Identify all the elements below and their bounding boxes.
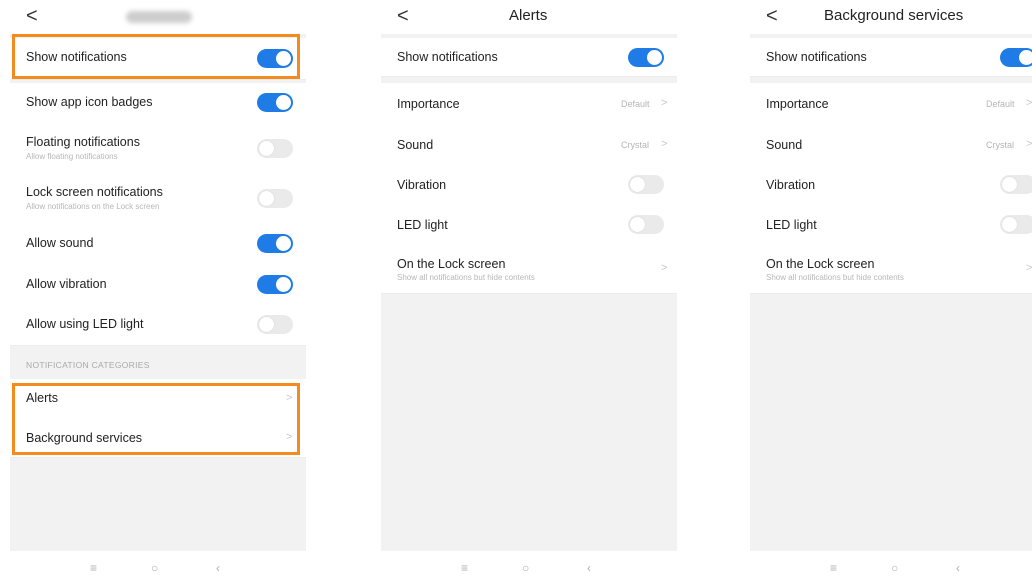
importance-row[interactable]: Importance Default > (381, 83, 677, 126)
chevron-right-icon: > (1026, 262, 1032, 274)
back-chevron-icon[interactable]: < (766, 4, 778, 28)
allow-vibration-row[interactable]: Allow vibration (10, 264, 306, 306)
row-label: Floating notifications (26, 135, 140, 149)
highlight-categories (12, 383, 300, 455)
top-bar: < (10, 0, 306, 34)
app-notification-settings-screen: < Show notifications Show app icon badge… (10, 0, 306, 585)
lock-screen-row[interactable]: On the Lock screen Show all notification… (381, 245, 677, 294)
row-label: Vibration (766, 178, 816, 192)
row-label: Show notifications (397, 50, 498, 64)
row-label: Sound (397, 138, 434, 152)
menu-icon[interactable]: ≡ (830, 561, 837, 575)
menu-icon[interactable]: ≡ (90, 561, 97, 575)
back-chevron-icon[interactable]: < (26, 4, 38, 28)
page-title: Alerts (509, 7, 548, 24)
importance-row[interactable]: Importance Default > (750, 83, 1032, 126)
chevron-right-icon: > (1026, 138, 1032, 150)
led-light-row[interactable]: LED light (381, 205, 677, 246)
led-light-toggle[interactable] (1000, 215, 1032, 234)
vibration-row[interactable]: Vibration (750, 165, 1032, 206)
importance-value: Default (621, 99, 650, 109)
row-label: Importance (766, 97, 829, 111)
allow-sound-row[interactable]: Allow sound (10, 223, 306, 265)
row-sublabel: Allow floating notifications (26, 152, 118, 161)
row-label: Show notifications (766, 50, 867, 64)
chevron-right-icon: > (1026, 97, 1032, 109)
allow-led-light-row[interactable]: Allow using LED light (10, 305, 306, 346)
show-app-icon-badges-row[interactable]: Show app icon badges (10, 83, 306, 124)
blurred-app-title (126, 11, 192, 23)
vibration-toggle[interactable] (1000, 175, 1032, 194)
row-label: On the Lock screen (766, 257, 875, 271)
allow-sound-toggle[interactable] (257, 234, 293, 253)
row-label: LED light (397, 218, 448, 232)
app-icon-badges-toggle[interactable] (257, 93, 293, 112)
row-label: Allow vibration (26, 277, 107, 291)
row-sublabel: Show all notifications but hide contents (397, 273, 535, 282)
home-icon[interactable]: ○ (891, 561, 898, 575)
menu-icon[interactable]: ≡ (461, 561, 468, 575)
show-notifications-row[interactable]: Show notifications (750, 38, 1032, 77)
section-header: NOTIFICATION CATEGORIES (26, 360, 150, 370)
row-label: Importance (397, 97, 460, 111)
floating-notifications-row[interactable]: Floating notifications Allow floating no… (10, 123, 306, 174)
home-icon[interactable]: ○ (522, 561, 529, 575)
lock-screen-row[interactable]: On the Lock screen Show all notification… (750, 245, 1032, 294)
top-bar: < Background services (750, 0, 1032, 34)
row-label: Lock screen notifications (26, 185, 163, 199)
show-notifications-row[interactable]: Show notifications (381, 38, 677, 77)
back-chevron-icon[interactable]: < (397, 4, 409, 28)
lock-screen-notifications-row[interactable]: Lock screen notifications Allow notifica… (10, 173, 306, 224)
background-services-settings-screen: < Background services Show notifications… (750, 0, 1032, 585)
home-icon[interactable]: ○ (151, 561, 158, 575)
chevron-right-icon: > (661, 262, 668, 274)
system-nav-bar: ≡ ○ ‹ (381, 551, 677, 585)
row-label: Allow using LED light (26, 317, 144, 331)
floating-notifications-toggle[interactable] (257, 139, 293, 158)
highlight-show-notifications (12, 34, 300, 79)
lock-screen-notifications-toggle[interactable] (257, 189, 293, 208)
alerts-settings-screen: < Alerts Show notifications Importance D… (381, 0, 677, 585)
back-icon[interactable]: ‹ (956, 561, 960, 575)
chevron-right-icon: > (661, 138, 668, 150)
row-sublabel: Allow notifications on the Lock screen (26, 202, 160, 211)
importance-value: Default (986, 99, 1015, 109)
show-notifications-toggle[interactable] (628, 48, 664, 67)
vibration-row[interactable]: Vibration (381, 165, 677, 206)
row-label: Sound (766, 138, 803, 152)
chevron-right-icon: > (661, 97, 668, 109)
row-label: Vibration (397, 178, 447, 192)
sound-row[interactable]: Sound Crystal > (381, 125, 677, 166)
allow-vibration-toggle[interactable] (257, 275, 293, 294)
sound-value: Crystal (986, 140, 1015, 150)
system-nav-bar: ≡ ○ ‹ (750, 551, 1032, 585)
allow-led-light-toggle[interactable] (257, 315, 293, 334)
back-icon[interactable]: ‹ (587, 561, 591, 575)
vibration-toggle[interactable] (628, 175, 664, 194)
row-sublabel: Show all notifications but hide contents (766, 273, 904, 282)
show-notifications-toggle[interactable] (1000, 48, 1032, 67)
row-label: Allow sound (26, 236, 94, 250)
system-nav-bar: ≡ ○ ‹ (10, 551, 306, 585)
row-label: On the Lock screen (397, 257, 506, 271)
sound-row[interactable]: Sound Crystal > (750, 125, 1032, 166)
top-bar: < Alerts (381, 0, 677, 34)
row-label: Show app icon badges (26, 95, 153, 109)
led-light-toggle[interactable] (628, 215, 664, 234)
sound-value: Crystal (621, 140, 650, 150)
row-label: LED light (766, 218, 817, 232)
back-icon[interactable]: ‹ (216, 561, 220, 575)
page-title: Background services (824, 7, 964, 24)
led-light-row[interactable]: LED light (750, 205, 1032, 246)
